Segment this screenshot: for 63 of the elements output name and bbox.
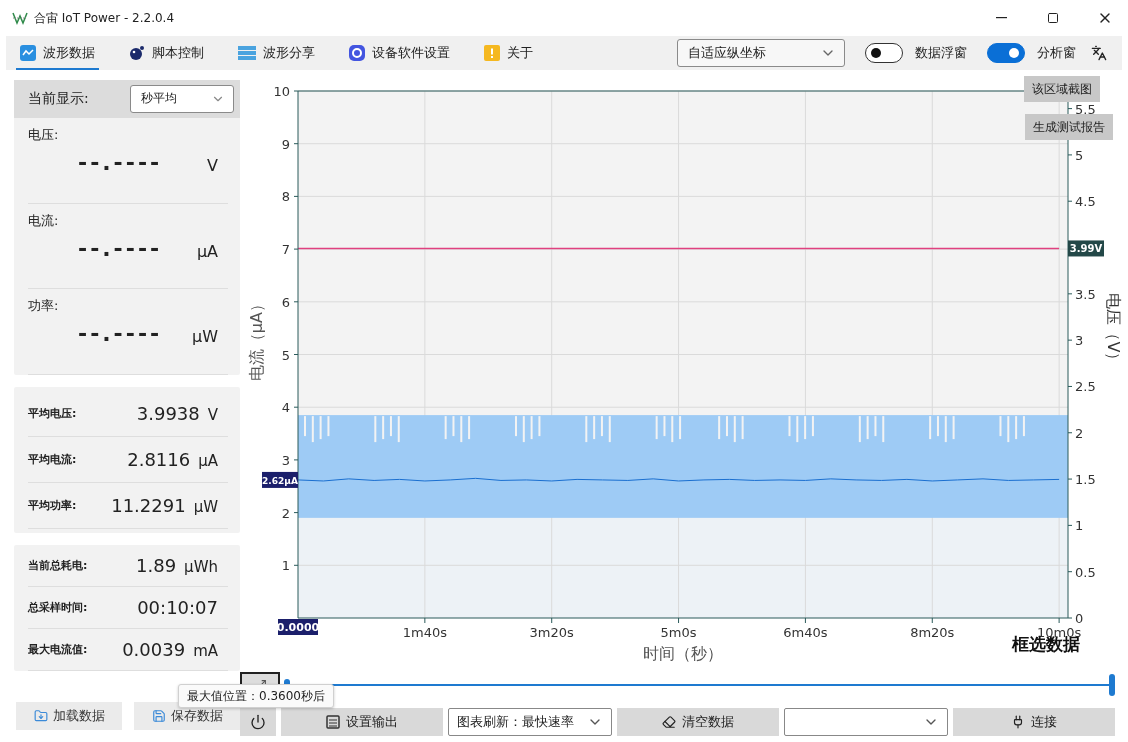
tick-label: 3.5 bbox=[1075, 286, 1096, 302]
tick-label: 8 bbox=[281, 189, 290, 205]
tick-label: 2 bbox=[1075, 425, 1084, 441]
display-label: 当前显示: bbox=[28, 89, 89, 108]
tick-label: 8m20s bbox=[910, 625, 955, 640]
stat-label: 当前总耗电: bbox=[28, 558, 88, 573]
stat-unit: V bbox=[207, 406, 218, 424]
stat-value: 3.9938 bbox=[136, 403, 200, 424]
tick-label: 6m40s bbox=[783, 625, 828, 640]
reading-label: 电流: bbox=[28, 211, 59, 230]
axis-title: 电压（V） bbox=[1104, 293, 1123, 369]
reading-label: 功率: bbox=[28, 297, 59, 316]
stat-label: 平均电压: bbox=[28, 406, 77, 421]
toggle-label: 分析窗 bbox=[1037, 44, 1076, 62]
tick-label: 2.5 bbox=[1075, 379, 1096, 395]
tick-label: 4 bbox=[281, 400, 290, 416]
tick-label: 5.5 bbox=[1075, 101, 1096, 117]
tick-label: 1 bbox=[1075, 518, 1084, 534]
tick-label: 1 bbox=[281, 558, 290, 574]
stat-value: 00:10:07 bbox=[137, 597, 218, 618]
axis-title: 时间（秒） bbox=[643, 644, 723, 663]
tick-label: 4.5 bbox=[1075, 194, 1096, 210]
tick-label: 9 bbox=[281, 136, 290, 152]
reading-value: --.---- bbox=[78, 235, 163, 261]
tick-label: 1.5 bbox=[1075, 472, 1096, 488]
window-title: 合宙 IoT Power - 2.2.0.4 bbox=[34, 9, 176, 27]
tick-label: 0.5 bbox=[1075, 564, 1096, 580]
tick-label: 5 bbox=[1075, 147, 1084, 163]
stat-unit: mA bbox=[193, 642, 218, 660]
voltage-badge: 3.99V bbox=[1068, 240, 1104, 257]
tick-label: 10 bbox=[273, 84, 290, 99]
stat-value: 1.89 bbox=[136, 555, 177, 576]
tick-label: 1m40s bbox=[402, 625, 447, 640]
stat-label: 总采样时间: bbox=[28, 600, 88, 615]
stat-value: 11.2291 bbox=[111, 495, 186, 516]
tick-label: 6 bbox=[281, 294, 290, 310]
tick-label: 3 bbox=[1075, 333, 1084, 349]
stat-unit: μW bbox=[193, 498, 218, 516]
current-badge: 2.62μA bbox=[262, 471, 298, 488]
toggle-label: 数据浮窗 bbox=[915, 44, 967, 62]
stat-value: 2.8116 bbox=[127, 449, 191, 470]
reading-unit: V bbox=[207, 155, 218, 175]
stat-unit: μWh bbox=[184, 558, 218, 576]
tick-label: 3m20s bbox=[529, 625, 574, 640]
cursor-badge: 0.0000 bbox=[276, 619, 320, 635]
stat-label: 平均电流: bbox=[28, 452, 77, 467]
tick-label: 2 bbox=[281, 505, 290, 521]
tick-label: 3 bbox=[281, 452, 290, 468]
stat-unit: μA bbox=[198, 452, 218, 470]
tick-label: 5 bbox=[281, 347, 290, 363]
stat-label: 平均功率: bbox=[28, 498, 77, 513]
reading-value: --.---- bbox=[78, 321, 163, 347]
stat-value: 0.0039 bbox=[122, 639, 186, 660]
reading-value: --.---- bbox=[78, 149, 163, 175]
stat-label: 最大电流值: bbox=[28, 642, 88, 657]
reading-unit: μW bbox=[192, 327, 218, 347]
tick-label: 0 bbox=[1075, 611, 1084, 626]
tick-label: 5m0s bbox=[660, 625, 697, 640]
tick-label: 7 bbox=[281, 242, 290, 258]
axis-title: 电流（μA） bbox=[247, 296, 266, 382]
reading-label: 电压: bbox=[28, 125, 59, 144]
reading-unit: μA bbox=[196, 241, 218, 261]
tooltip: 最大值位置：0.3600秒后 bbox=[178, 684, 334, 708]
